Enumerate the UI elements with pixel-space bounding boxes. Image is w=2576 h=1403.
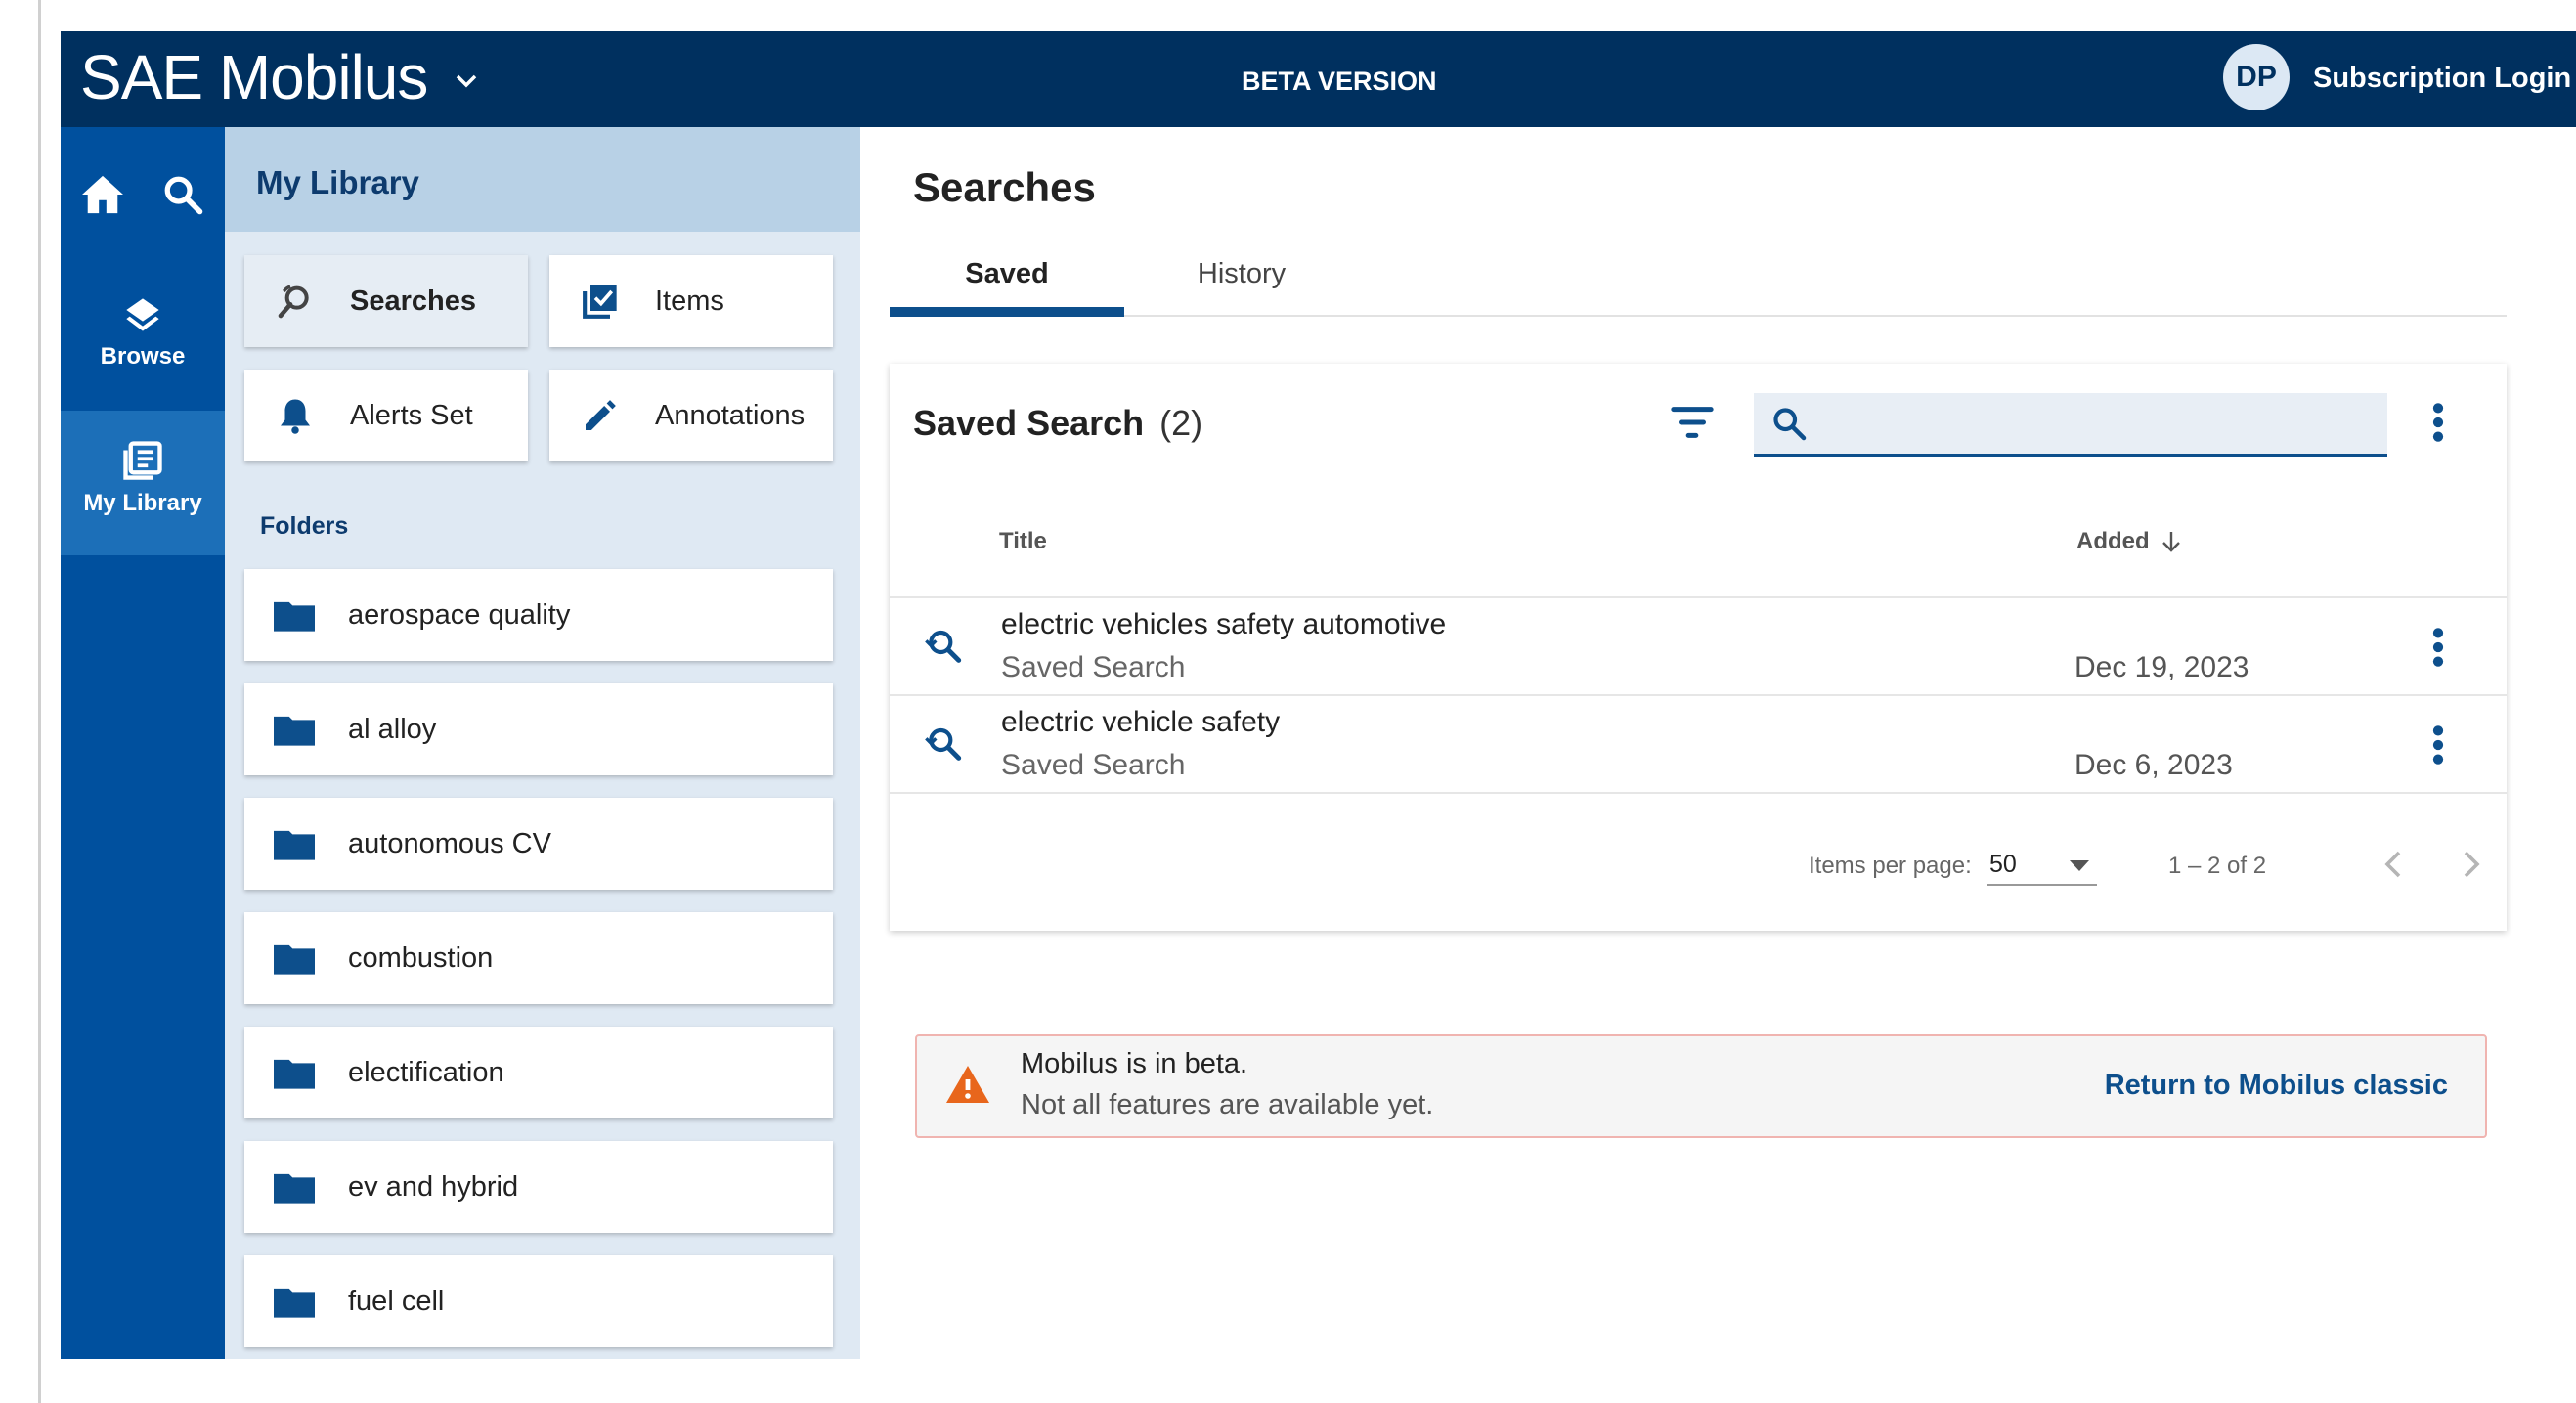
rail-item-label: My Library (83, 490, 202, 516)
items-per-page-select[interactable]: 50 (1987, 845, 2097, 886)
chevron-left-icon (2384, 851, 2401, 878)
tile-alerts-set[interactable]: Alerts Set (244, 370, 528, 461)
search-icon[interactable] (162, 174, 203, 215)
row-more-icon[interactable] (2428, 723, 2448, 767)
row-type: Saved Search (1001, 749, 1186, 781)
search-history-icon (278, 285, 309, 319)
card-count: (2) (1159, 403, 1203, 443)
tile-searches[interactable]: Searches (244, 255, 528, 347)
column-header-added-label: Added (2076, 528, 2150, 554)
folder-item[interactable]: aerospace quality (244, 569, 833, 661)
folders-heading: Folders (260, 512, 349, 540)
saved-search-card: Saved Search (2) Title Added electric ve… (890, 364, 2507, 931)
folder-icon (274, 1288, 315, 1318)
arrow-down-icon (2161, 532, 2180, 552)
row-date: Dec 6, 2023 (2074, 749, 2233, 781)
saved-search-icon (925, 727, 962, 761)
card-title-text: Saved Search (913, 403, 1145, 443)
table-row[interactable]: electric vehicle safety Saved Search Dec… (890, 694, 2507, 794)
folder-label: al alloy (348, 713, 437, 745)
top-header: SAE Mobilus BETA VERSION DP Subscription… (61, 31, 2576, 127)
tab-saved[interactable]: Saved (890, 235, 1124, 317)
folder-item[interactable]: fuel cell (244, 1255, 833, 1347)
return-to-classic-link[interactable]: Return to Mobilus classic (2105, 1070, 2448, 1102)
layers-icon (126, 298, 159, 331)
brand-menu[interactable]: SAE Mobilus (80, 43, 478, 111)
row-title[interactable]: electric vehicle safety (1001, 706, 1280, 739)
chevron-right-icon (2464, 851, 2480, 878)
chevron-down-icon (457, 74, 477, 88)
brand-logo-text: SAE Mobilus (80, 42, 428, 112)
folder-item[interactable]: ev and hybrid (244, 1141, 833, 1233)
prev-page-button[interactable] (2374, 843, 2413, 886)
folder-icon (274, 716, 315, 746)
items-per-page-label: Items per page: (1809, 853, 1972, 879)
beta-banner: Mobilus is in beta. Not all features are… (915, 1034, 2487, 1138)
search-field[interactable] (1754, 393, 2387, 457)
bell-icon (281, 399, 310, 434)
filter-icon[interactable] (1670, 405, 1715, 440)
avatar[interactable]: DP (2223, 44, 2290, 110)
column-header-title[interactable]: Title (999, 528, 1047, 555)
folder-label: electification (348, 1056, 504, 1088)
folder-label: combustion (348, 942, 494, 974)
folder-item[interactable]: combustion (244, 912, 833, 1004)
folder-item[interactable]: autonomous CV (244, 798, 833, 890)
folder-label: autonomous CV (348, 827, 551, 859)
page-title: Searches (913, 164, 1096, 210)
row-more-icon[interactable] (2428, 626, 2448, 669)
tab-bar: Saved History (890, 235, 2507, 317)
library-panel: My Library Searches Items Alerts Set Ann… (225, 127, 860, 1359)
search-input[interactable] (1822, 401, 2374, 448)
folder-label: fuel cell (348, 1285, 445, 1317)
search-icon (1773, 408, 1807, 441)
folder-icon (274, 1059, 315, 1089)
folder-item[interactable]: electification (244, 1027, 833, 1118)
tile-label: Annotations (655, 399, 806, 431)
warning-icon (946, 1066, 989, 1103)
items-per-page-value: 50 (1989, 851, 2017, 878)
saved-search-icon (925, 630, 962, 663)
checklist-icon (583, 285, 617, 319)
tile-label: Items (655, 285, 724, 317)
table-row[interactable]: electric vehicles safety automotive Save… (890, 596, 2507, 696)
page-range: 1 – 2 of 2 (2168, 853, 2267, 879)
folder-item[interactable]: al alloy (244, 683, 833, 775)
tab-history[interactable]: History (1124, 235, 1359, 313)
library-panel-title: My Library (256, 164, 419, 200)
folder-icon (274, 601, 315, 632)
library-icon (123, 441, 162, 480)
next-page-button[interactable] (2452, 843, 2491, 886)
row-date: Dec 19, 2023 (2074, 651, 2249, 683)
left-rail: Browse My Library (61, 127, 225, 1359)
tile-label: Alerts Set (350, 399, 473, 431)
library-panel-header: My Library (225, 127, 860, 232)
page-left-border (38, 0, 41, 1403)
beta-version-label: BETA VERSION (1242, 66, 1437, 96)
folder-icon (274, 830, 315, 860)
tile-items[interactable]: Items (549, 255, 833, 347)
subscription-login-link[interactable]: Subscription Login (2313, 63, 2571, 95)
folder-icon (274, 1173, 315, 1204)
banner-line-1: Mobilus is in beta. (1021, 1048, 1248, 1079)
row-type: Saved Search (1001, 651, 1186, 683)
card-title: Saved Search (2) (913, 403, 1202, 444)
folder-label: ev and hybrid (348, 1170, 519, 1203)
table-divider (890, 792, 2507, 794)
folder-icon (274, 944, 315, 975)
pencil-icon (586, 400, 616, 430)
rail-item-my-library[interactable]: My Library (61, 411, 225, 555)
tile-annotations[interactable]: Annotations (549, 370, 833, 461)
rail-item-label: Browse (100, 343, 186, 370)
banner-line-2: Not all features are available yet. (1021, 1089, 1434, 1120)
folder-label: aerospace quality (348, 598, 571, 631)
tile-label: Searches (350, 285, 476, 317)
more-options-icon[interactable] (2428, 401, 2448, 444)
home-icon[interactable] (80, 174, 125, 215)
row-title[interactable]: electric vehicles safety automotive (1001, 608, 1446, 641)
rail-item-browse[interactable]: Browse (61, 295, 225, 405)
column-header-added[interactable]: Added (2076, 528, 2183, 555)
dropdown-arrow-icon (2070, 860, 2089, 871)
